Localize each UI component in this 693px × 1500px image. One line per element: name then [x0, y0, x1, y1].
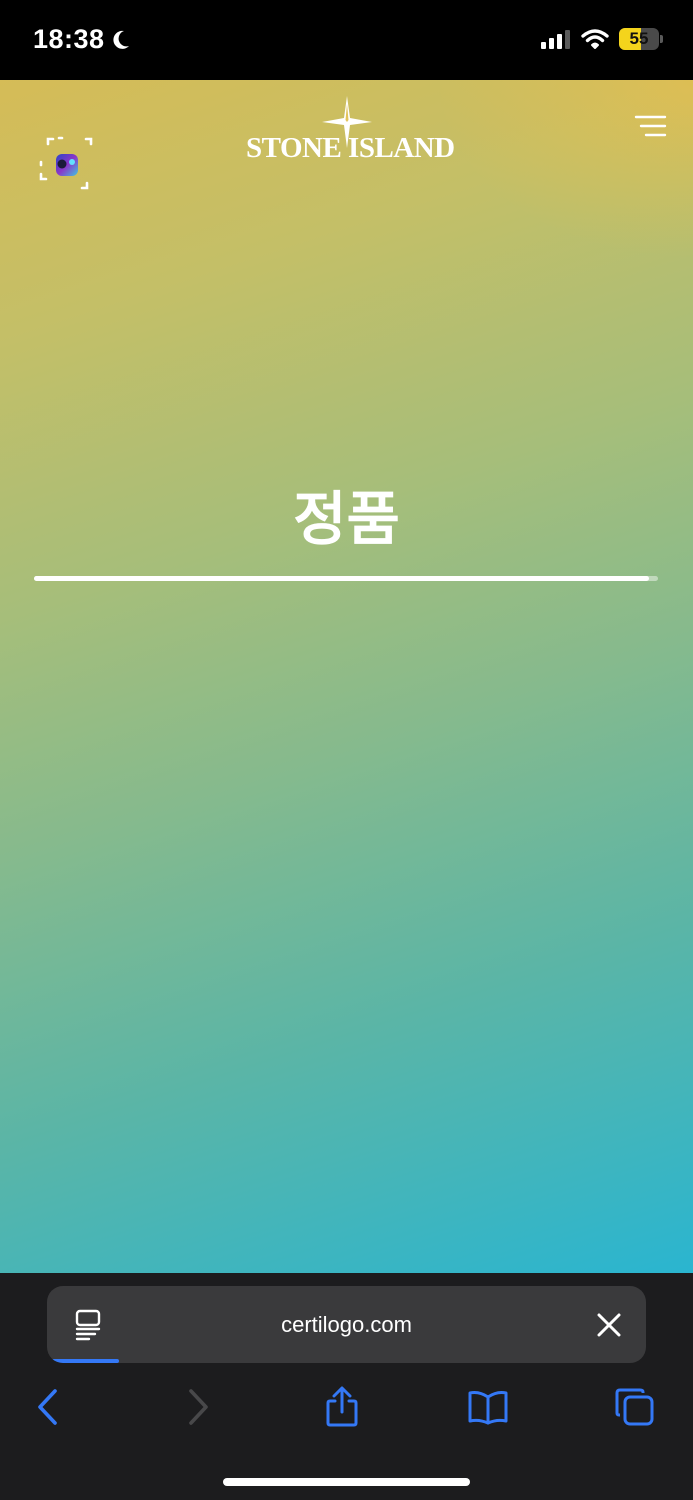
- status-time-text: 18:38: [33, 24, 105, 54]
- tabs-icon: [615, 1388, 654, 1426]
- logo-wordmark: STONE ISLAND: [246, 132, 455, 164]
- menu-button[interactable]: [632, 114, 668, 140]
- scan-button[interactable]: [38, 136, 96, 194]
- scan-frame-icon: [39, 136, 93, 190]
- home-indicator: [223, 1478, 470, 1486]
- authenticity-heading: 정품: [293, 485, 400, 553]
- safari-toolbar: [0, 1373, 693, 1443]
- cellular-signal-icon: [541, 30, 570, 49]
- close-icon: [597, 1313, 621, 1337]
- share-icon: [326, 1386, 358, 1427]
- verification-progress-bar: [34, 576, 658, 581]
- wifi-icon: [581, 29, 609, 49]
- stop-loading-button[interactable]: [597, 1313, 621, 1337]
- forward-button[interactable]: [176, 1385, 220, 1429]
- status-time: 18:38: [33, 24, 131, 55]
- back-icon: [38, 1389, 57, 1425]
- safari-bottom-bar: certilogo.com: [0, 1273, 693, 1500]
- web-content: STONE ISLAND 정품: [0, 80, 693, 1273]
- progress-fill: [34, 576, 649, 581]
- status-bar: 18:38 55: [0, 0, 693, 80]
- tabs-button[interactable]: [613, 1385, 657, 1429]
- stone-island-logo[interactable]: STONE ISLAND: [246, 94, 455, 166]
- moon-icon: [112, 30, 129, 49]
- share-button[interactable]: [320, 1385, 364, 1429]
- back-button[interactable]: [26, 1385, 70, 1429]
- url-text: certilogo.com: [281, 1312, 412, 1337]
- status-indicators: 55: [541, 28, 663, 50]
- battery-icon: 55: [619, 28, 659, 50]
- page-load-indicator: [47, 1359, 119, 1363]
- battery-level: 55: [629, 29, 649, 48]
- bookmarks-icon: [468, 1391, 508, 1425]
- battery-nub: [660, 35, 663, 43]
- bookmarks-button[interactable]: [466, 1385, 510, 1429]
- menu-icon: [634, 115, 667, 137]
- address-bar[interactable]: certilogo.com: [47, 1286, 646, 1363]
- forward-icon: [189, 1389, 208, 1425]
